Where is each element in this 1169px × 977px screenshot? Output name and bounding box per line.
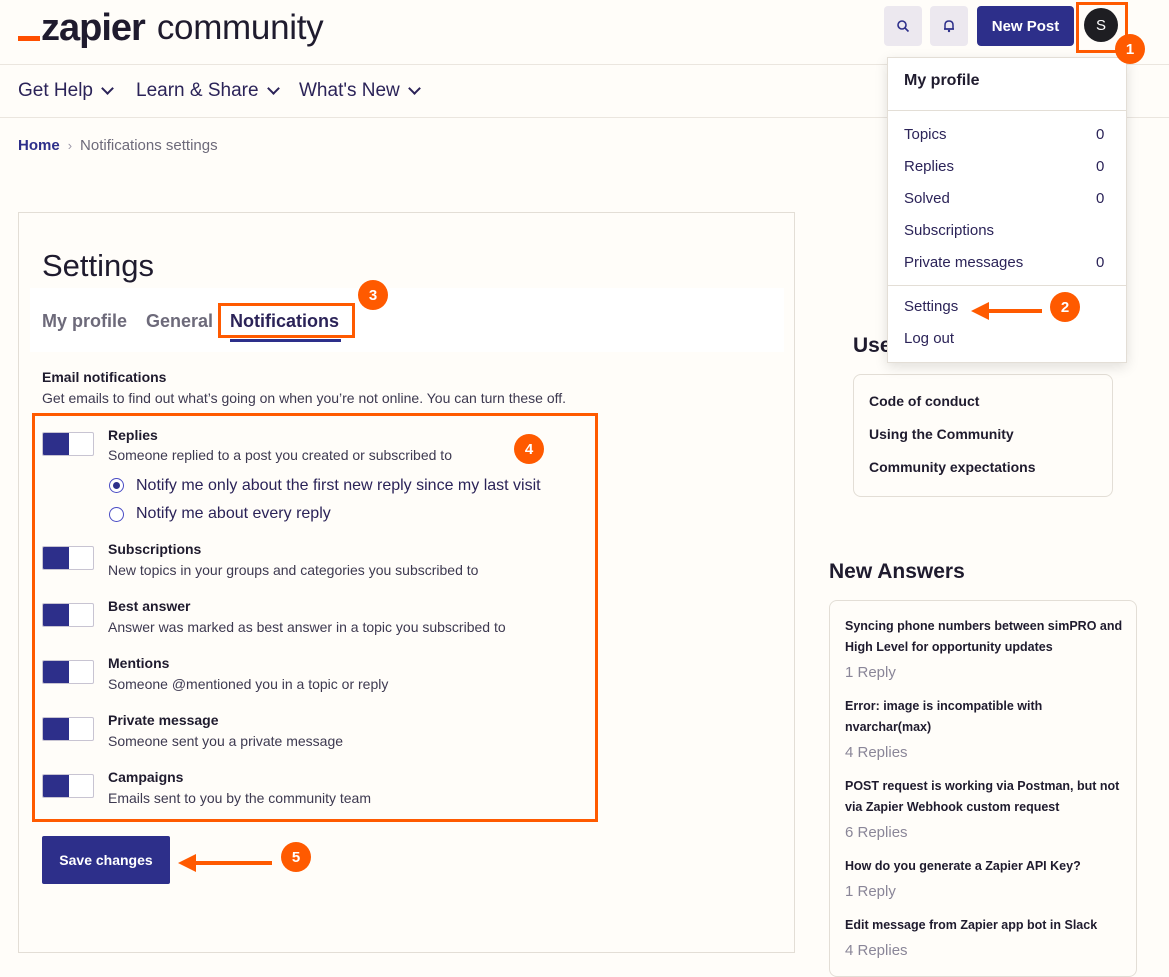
answer-reply-count: 1 Reply — [845, 883, 896, 900]
dropdown-topics[interactable]: Topics — [904, 126, 947, 143]
save-changes-button[interactable]: Save changes — [42, 836, 170, 884]
dropdown-topics-count: 0 — [1096, 126, 1105, 143]
answer-title[interactable]: POST request is working via Postman, but… — [845, 776, 1125, 818]
active-tab-indicator — [230, 339, 341, 342]
answer-title[interactable]: Error: image is incompatible with nvarch… — [845, 696, 1125, 738]
dropdown-solved-count: 0 — [1096, 190, 1105, 207]
profile-dropdown — [887, 57, 1127, 363]
answer-reply-count: 4 Replies — [845, 942, 908, 959]
tab-my-profile[interactable]: My profile — [42, 311, 127, 332]
notifications-button[interactable] — [930, 6, 968, 46]
answer-reply-count: 4 Replies — [845, 744, 908, 761]
breadcrumb-separator: › — [67, 138, 73, 153]
settings-tabbar — [30, 288, 784, 352]
arrow-shaft — [987, 309, 1042, 313]
dropdown-private-messages-count: 0 — [1096, 254, 1105, 271]
nav-learn-share[interactable]: Learn & Share — [136, 80, 280, 102]
answer-reply-count: 1 Reply — [845, 664, 896, 681]
breadcrumb: Home › Notifications settings — [18, 137, 218, 154]
step-badge-5: 5 — [281, 842, 311, 872]
step-badge-4: 4 — [514, 434, 544, 464]
dropdown-logout[interactable]: Log out — [904, 330, 954, 347]
answer-title[interactable]: Syncing phone numbers between simPRO and… — [845, 616, 1125, 658]
step-badge-3: 3 — [358, 280, 388, 310]
new-answers-heading: New Answers — [829, 560, 965, 583]
logo-word: zapier — [41, 7, 146, 49]
highlight-toggles — [32, 413, 598, 822]
nav-get-help[interactable]: Get Help — [18, 80, 114, 102]
chevron-down-icon — [101, 82, 114, 95]
chevron-down-icon — [266, 82, 280, 95]
dropdown-settings[interactable]: Settings — [904, 298, 958, 315]
step-badge-1: 1 — [1115, 34, 1145, 64]
chevron-down-icon — [407, 82, 421, 95]
dropdown-solved[interactable]: Solved — [904, 190, 950, 207]
nav-whats-new[interactable]: What's New — [299, 80, 421, 102]
bell-icon — [944, 20, 954, 33]
dropdown-divider — [888, 110, 1126, 111]
nav-learn-share-label: Learn & Share — [136, 80, 259, 101]
arrow-shaft — [194, 861, 272, 865]
link-code-of-conduct[interactable]: Code of conduct — [869, 393, 979, 409]
search-button[interactable] — [884, 6, 922, 46]
zapier-community-logo[interactable]: zapier community — [18, 7, 324, 49]
breadcrumb-home[interactable]: Home — [18, 137, 60, 154]
new-post-button[interactable]: New Post — [977, 6, 1074, 46]
dropdown-replies-count: 0 — [1096, 158, 1105, 175]
step-badge-2: 2 — [1050, 292, 1080, 322]
nav-whats-new-label: What's New — [299, 80, 400, 101]
nav-get-help-label: Get Help — [18, 80, 93, 101]
logo-suffix: community — [156, 8, 324, 47]
link-community-expectations[interactable]: Community expectations — [869, 459, 1035, 475]
email-notifications-description: Get emails to find out what’s going on w… — [42, 390, 567, 406]
useful-links-heading: Use — [853, 334, 892, 357]
link-using-the-community[interactable]: Using the Community — [869, 426, 1014, 442]
dropdown-replies[interactable]: Replies — [904, 158, 954, 175]
tab-general[interactable]: General — [146, 311, 213, 332]
page-title: Settings — [42, 248, 155, 283]
dropdown-divider — [888, 285, 1126, 286]
breadcrumb-current: Notifications settings — [80, 137, 218, 154]
answer-title[interactable]: Edit message from Zapier app bot in Slac… — [845, 915, 1125, 936]
dropdown-my-profile[interactable]: My profile — [904, 72, 980, 90]
dropdown-subscriptions[interactable]: Subscriptions — [904, 222, 994, 239]
email-notifications-heading: Email notifications — [42, 369, 167, 385]
answer-title[interactable]: How do you generate a Zapier API Key? — [845, 856, 1125, 877]
highlight-notifications-tab — [218, 303, 355, 338]
search-icon — [897, 20, 910, 33]
answer-reply-count: 6 Replies — [845, 824, 908, 841]
dropdown-private-messages[interactable]: Private messages — [904, 254, 1023, 271]
logo-dash — [18, 36, 40, 41]
